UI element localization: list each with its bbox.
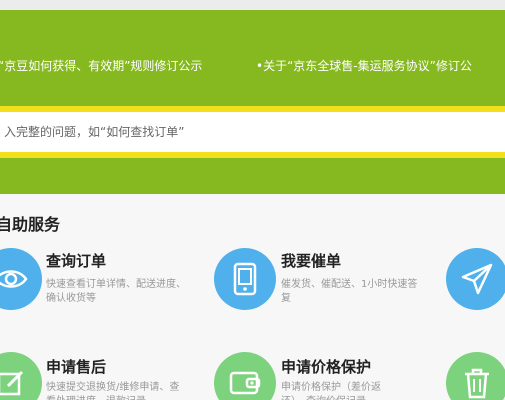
search-box	[0, 106, 505, 158]
section-title: 自助服务	[0, 215, 61, 234]
urge-order-desc: 催发货、催配送、1小时快速答复	[281, 279, 418, 304]
wallet-icon[interactable]	[214, 352, 276, 400]
after-sale-title[interactable]: 申请售后	[46, 356, 106, 377]
urge-order-title[interactable]: 我要催单	[281, 250, 341, 271]
notice-link-1[interactable]: “京豆如何获得、有效期”规则修订公示	[0, 58, 202, 74]
price-protect-desc: 申请价格保护（差价返还）、查询价保记录	[281, 382, 381, 400]
phone-icon[interactable]	[214, 248, 276, 310]
query-order-desc: 快速查看订单详情、配送进度、确认收货等	[46, 279, 186, 304]
after-sale-desc: 快速提交退换货/维修申请、查看处理进度、退款记录	[46, 382, 180, 400]
notice-link-2[interactable]: •关于“京东全球售-集运服务协议”修订公	[256, 58, 472, 74]
price-protect-title[interactable]: 申请价格保护	[281, 356, 371, 377]
eye-icon[interactable]	[0, 248, 42, 310]
paper-plane-icon[interactable]	[446, 248, 505, 310]
edit-icon[interactable]	[0, 352, 42, 400]
top-strip	[0, 0, 505, 10]
search-input[interactable]	[0, 112, 505, 152]
trash-icon[interactable]	[446, 352, 505, 400]
query-order-title[interactable]: 查询订单	[46, 250, 106, 271]
banner	[0, 10, 505, 194]
